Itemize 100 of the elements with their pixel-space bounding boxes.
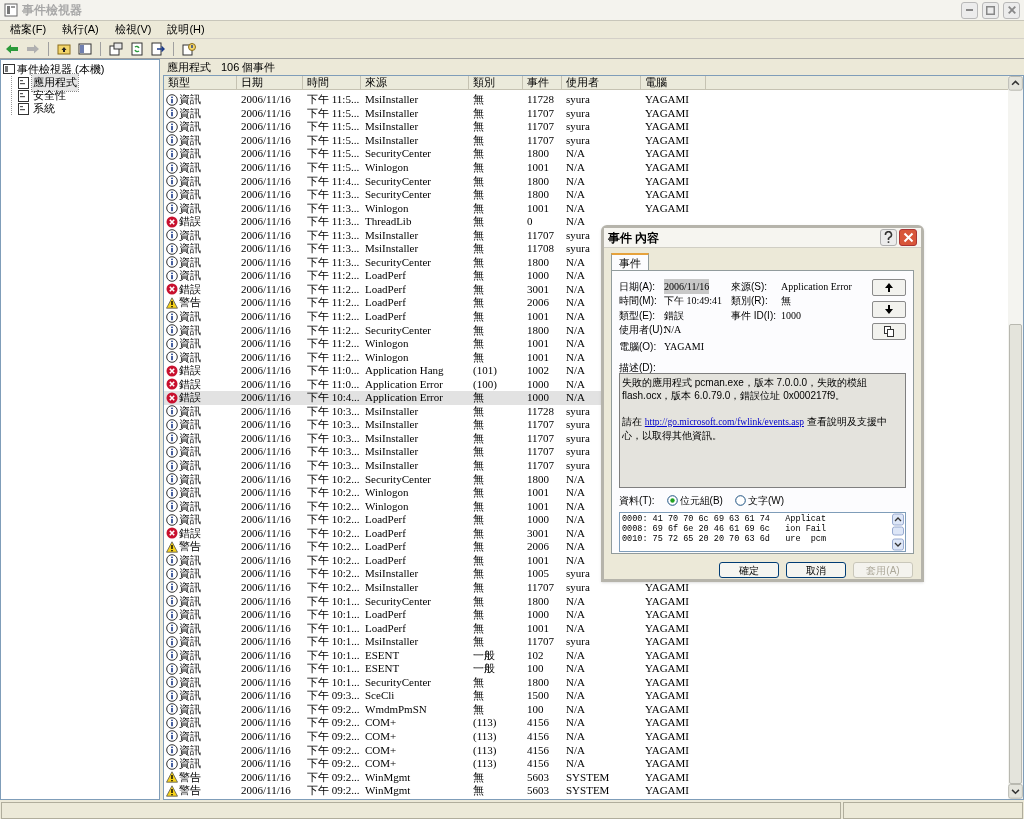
event-row[interactable]: 資訊 2006/11/16 下午 11:3... MsiInstaller 無 11707 syura	[164, 228, 602, 242]
event-row[interactable]: 資訊 2006/11/16 下午 11:5... MsiInstaller 無 11707 syura YAGAMI	[164, 133, 706, 148]
menu-item[interactable]: 檢視(V)	[108, 21, 158, 38]
menu-item[interactable]: 檔案(F)	[4, 21, 53, 38]
event-row[interactable]: 資訊 2006/11/16 下午 11:3... MsiInstaller 無 11708 syura	[164, 242, 602, 256]
event-row[interactable]: 資訊 2006/11/16 下午 10:3... MsiInstaller 無 11707 syura	[164, 431, 602, 446]
event-row[interactable]: 資訊 2006/11/16 下午 10:1... ESENT 一般 102 N/A YAGAMI	[164, 648, 706, 662]
event-row[interactable]: 資訊 2006/11/16 下午 10:2... MsiInstaller 無 11707 syura YAGAMI	[164, 580, 706, 595]
event-row[interactable]: 資訊 2006/11/16 下午 09:2... COM+ (113) 4156 N/A YAGAMI	[164, 743, 706, 757]
scrollbar[interactable]	[1008, 76, 1023, 799]
event-row[interactable]: 資訊 2006/11/16 下午 10:3... MsiInstaller 無 11707 syura	[164, 458, 602, 473]
help-button[interactable]	[880, 229, 897, 246]
column-header[interactable]: 時間	[303, 76, 361, 90]
column-header[interactable]: 使用者	[562, 76, 641, 90]
column-header[interactable]: 類別	[469, 76, 523, 90]
type-label: 資訊	[179, 635, 201, 649]
event-row[interactable]: 資訊 2006/11/16 下午 10:2... LoadPerf 無 1000 N/A	[164, 512, 602, 527]
info-icon	[166, 744, 178, 756]
event-row[interactable]: 錯誤 2006/11/16 下午 10:2... LoadPerf 無 3001 N/A	[164, 526, 602, 541]
event-row[interactable]: 資訊 2006/11/16 下午 09:2... COM+ (113) 4156 N/A YAGAMI	[164, 716, 706, 730]
event-row[interactable]: 資訊 2006/11/16 下午 11:5... Winlogon 無 1001 N/A YAGAMI	[164, 160, 706, 175]
tab[interactable]: 事件	[611, 253, 649, 270]
properties-button[interactable]	[108, 40, 124, 57]
event-row[interactable]: 資訊 2006/11/16 下午 11:3... SecurityCenter 無 1800 N/A	[164, 255, 602, 270]
column-header[interactable]: 電腦	[641, 76, 706, 90]
event-row[interactable]: 資訊 2006/11/16 下午 10:3... MsiInstaller 無 11707 syura	[164, 418, 602, 432]
table-cell-text: 無	[472, 675, 485, 689]
event-row[interactable]: 資訊 2006/11/16 下午 10:1... LoadPerf 無 1001 N/A YAGAMI	[164, 621, 706, 635]
event-row[interactable]: 資訊 2006/11/16 下午 11:2... LoadPerf 無 1001 N/A	[164, 309, 602, 324]
scroll-down-icon[interactable]	[1008, 784, 1023, 799]
event-row[interactable]: 資訊 2006/11/16 下午 10:2... LoadPerf 無 1001 N/A	[164, 553, 602, 568]
event-row[interactable]: 資訊 2006/11/16 下午 09:2... COM+ (113) 4156 N/A YAGAMI	[164, 756, 706, 771]
scrollbar-drawing[interactable]	[892, 512, 904, 551]
table-cell-text: LoadPerf	[364, 310, 407, 323]
event-row[interactable]: 資訊 2006/11/16 下午 10:1... MsiInstaller 無 11707 syura YAGAMI	[164, 634, 706, 649]
event-row[interactable]: 資訊 2006/11/16 下午 11:4... SecurityCenter 無 1800 N/A YAGAMI	[164, 174, 706, 188]
export-button[interactable]	[150, 40, 166, 57]
event-row[interactable]: 錯誤 2006/11/16 下午 11:3... ThreadLib 無 0 N/A	[164, 214, 602, 229]
menu-item[interactable]: 說明(H)	[161, 21, 211, 38]
event-row[interactable]: 資訊 2006/11/16 下午 11:3... SecurityCenter 無 1800 N/A YAGAMI	[164, 187, 706, 202]
event-row[interactable]: 資訊 2006/11/16 下午 10:3... MsiInstaller 無 11707 syura	[164, 445, 602, 459]
event-row[interactable]: 錯誤 2006/11/16 下午 11:0... Application Hang (101) 1002 N/A	[164, 363, 602, 378]
event-row[interactable]: 警告 2006/11/16 下午 11:2... LoadPerf 無 2006 N/A	[164, 296, 602, 310]
dialog-button[interactable]: 確定	[719, 562, 779, 578]
event-row[interactable]: 資訊 2006/11/16 下午 10:3... MsiInstaller 無 11728 syura	[164, 404, 602, 419]
event-row[interactable]: 資訊 2006/11/16 下午 09:3... SceCli 無 1500 N/A YAGAMI	[164, 689, 706, 703]
event-row[interactable]: 資訊 2006/11/16 下午 11:2... Winlogon 無 1001 N/A	[164, 350, 602, 364]
event-row[interactable]: 資訊 2006/11/16 下午 11:2... SecurityCenter 無 1800 N/A	[164, 323, 602, 337]
menu-item[interactable]: 執行(A)	[56, 21, 105, 38]
event-row[interactable]: 資訊 2006/11/16 下午 11:5... SecurityCenter 無 1800 N/A YAGAMI	[164, 147, 706, 161]
table-cell-text: 下午 10:2...	[306, 567, 361, 581]
event-row[interactable]: 警告 2006/11/16 下午 10:2... LoadPerf 無 2006 N/A	[164, 540, 602, 554]
column-header[interactable]: 來源	[361, 76, 469, 90]
next-button[interactable]	[872, 301, 906, 318]
event-row[interactable]: 資訊 2006/11/16 下午 10:1... SecurityCenter 無 1800 N/A YAGAMI	[164, 594, 706, 608]
panel-button[interactable]	[77, 40, 93, 57]
column-header[interactable]: 日期	[237, 76, 303, 90]
scroll-up-icon[interactable]	[1008, 76, 1023, 91]
event-row[interactable]: 資訊 2006/11/16 下午 10:2... MsiInstaller 無 1005 syura	[164, 567, 602, 581]
info-icon	[166, 676, 178, 689]
event-row[interactable]: 資訊 2006/11/16 下午 11:3... Winlogon 無 1001 N/A YAGAMI	[164, 201, 706, 215]
close-button[interactable]	[899, 229, 917, 246]
event-row[interactable]: 資訊 2006/11/16 下午 10:1... SecurityCenter 無 1800 N/A YAGAMI	[164, 675, 706, 690]
table-cell-text: 2006/11/16	[240, 296, 292, 310]
event-row[interactable]: 錯誤 2006/11/16 下午 10:4... Application Error 無 1000 N/A	[164, 391, 602, 405]
event-row[interactable]: 資訊 2006/11/16 下午 11:5... MsiInstaller 無 11707 syura YAGAMI	[164, 120, 706, 134]
previous-button[interactable]	[872, 279, 906, 296]
event-row[interactable]: 資訊 2006/11/16 下午 10:1... ESENT 一般 100 N/A YAGAMI	[164, 661, 706, 676]
minimize-button[interactable]	[961, 1, 978, 19]
event-row[interactable]: 資訊 2006/11/16 下午 10:2... Winlogon 無 1001 N/A	[164, 499, 602, 513]
event-row[interactable]: 錯誤 2006/11/16 下午 11:0... Application Error (100) 1000 N/A	[164, 377, 602, 392]
dialog-button[interactable]: 取消	[786, 562, 846, 578]
event-row[interactable]: 資訊 2006/11/16 下午 11:5... MsiInstaller 無 11707 syura YAGAMI	[164, 106, 706, 121]
maximize-button[interactable]	[982, 1, 999, 19]
tree-item[interactable]: 應用程式	[32, 74, 78, 91]
event-row[interactable]: 資訊 2006/11/16 下午 10:1... LoadPerf 無 1000 N/A YAGAMI	[164, 607, 706, 622]
close-button[interactable]	[1003, 1, 1020, 19]
help-button[interactable]	[181, 40, 197, 57]
event-row[interactable]: 資訊 2006/11/16 下午 10:2... Winlogon 無 1001 N/A	[164, 485, 602, 500]
event-row[interactable]: 資訊 2006/11/16 下午 11:5... MsiInstaller 無 11728 syura YAGAMI	[164, 93, 706, 107]
event-row[interactable]: 資訊 2006/11/16 下午 11:2... Winlogon 無 1001 N/A	[164, 336, 602, 351]
table-cell-text: N/A	[565, 743, 586, 757]
scroll-thumb[interactable]	[1009, 323, 1022, 785]
copy-button[interactable]	[872, 323, 906, 340]
table-cell-text: 下午 10:1...	[306, 675, 361, 689]
column-header[interactable]: 事件	[523, 76, 562, 90]
radio-option[interactable]: 文字(W)	[734, 493, 784, 508]
event-row[interactable]: 警告 2006/11/16 下午 09:2... WinMgmt 無 5603 SYSTEM YAGAMI	[164, 783, 706, 798]
event-row[interactable]: 資訊 2006/11/16 下午 11:2... LoadPerf 無 1000 N/A	[164, 269, 602, 283]
event-row[interactable]: 資訊 2006/11/16 下午 09:2... COM+ (113) 4156 N/A YAGAMI	[164, 729, 706, 744]
radio-option[interactable]: 位元組(B)	[666, 493, 723, 508]
info-icon	[166, 757, 178, 770]
column-header[interactable]: 類型	[164, 76, 237, 90]
event-row[interactable]: 資訊 2006/11/16 下午 10:2... SecurityCenter 無 1800 N/A	[164, 472, 602, 486]
event-row[interactable]: 資訊 2006/11/16 下午 09:2... WmdmPmSN 無 100 N/A YAGAMI	[164, 702, 706, 717]
help-link[interactable]: http://go.microsoft.com/fwlink/events.asp	[644, 416, 804, 427]
event-row[interactable]: 警告 2006/11/16 下午 09:2... WinMgmt 無 5603 SYSTEM YAGAMI	[164, 770, 706, 784]
event-row[interactable]: 錯誤 2006/11/16 下午 11:2... LoadPerf 無 3001 N/A	[164, 282, 602, 297]
refresh-button[interactable]	[129, 40, 145, 57]
table-cell-text: YAGAMI	[644, 201, 690, 215]
